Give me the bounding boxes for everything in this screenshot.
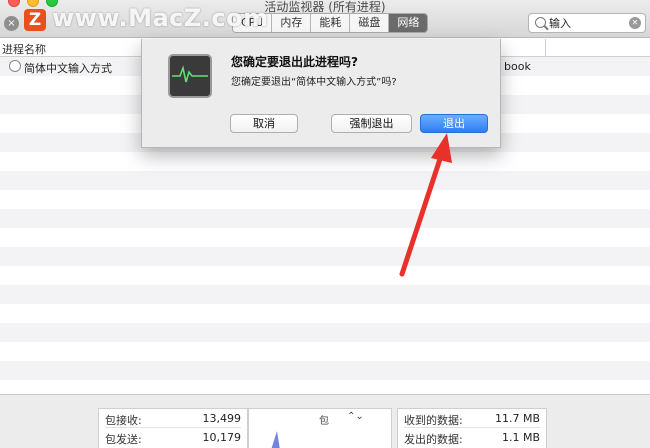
annotation-arrow: [399, 133, 452, 277]
